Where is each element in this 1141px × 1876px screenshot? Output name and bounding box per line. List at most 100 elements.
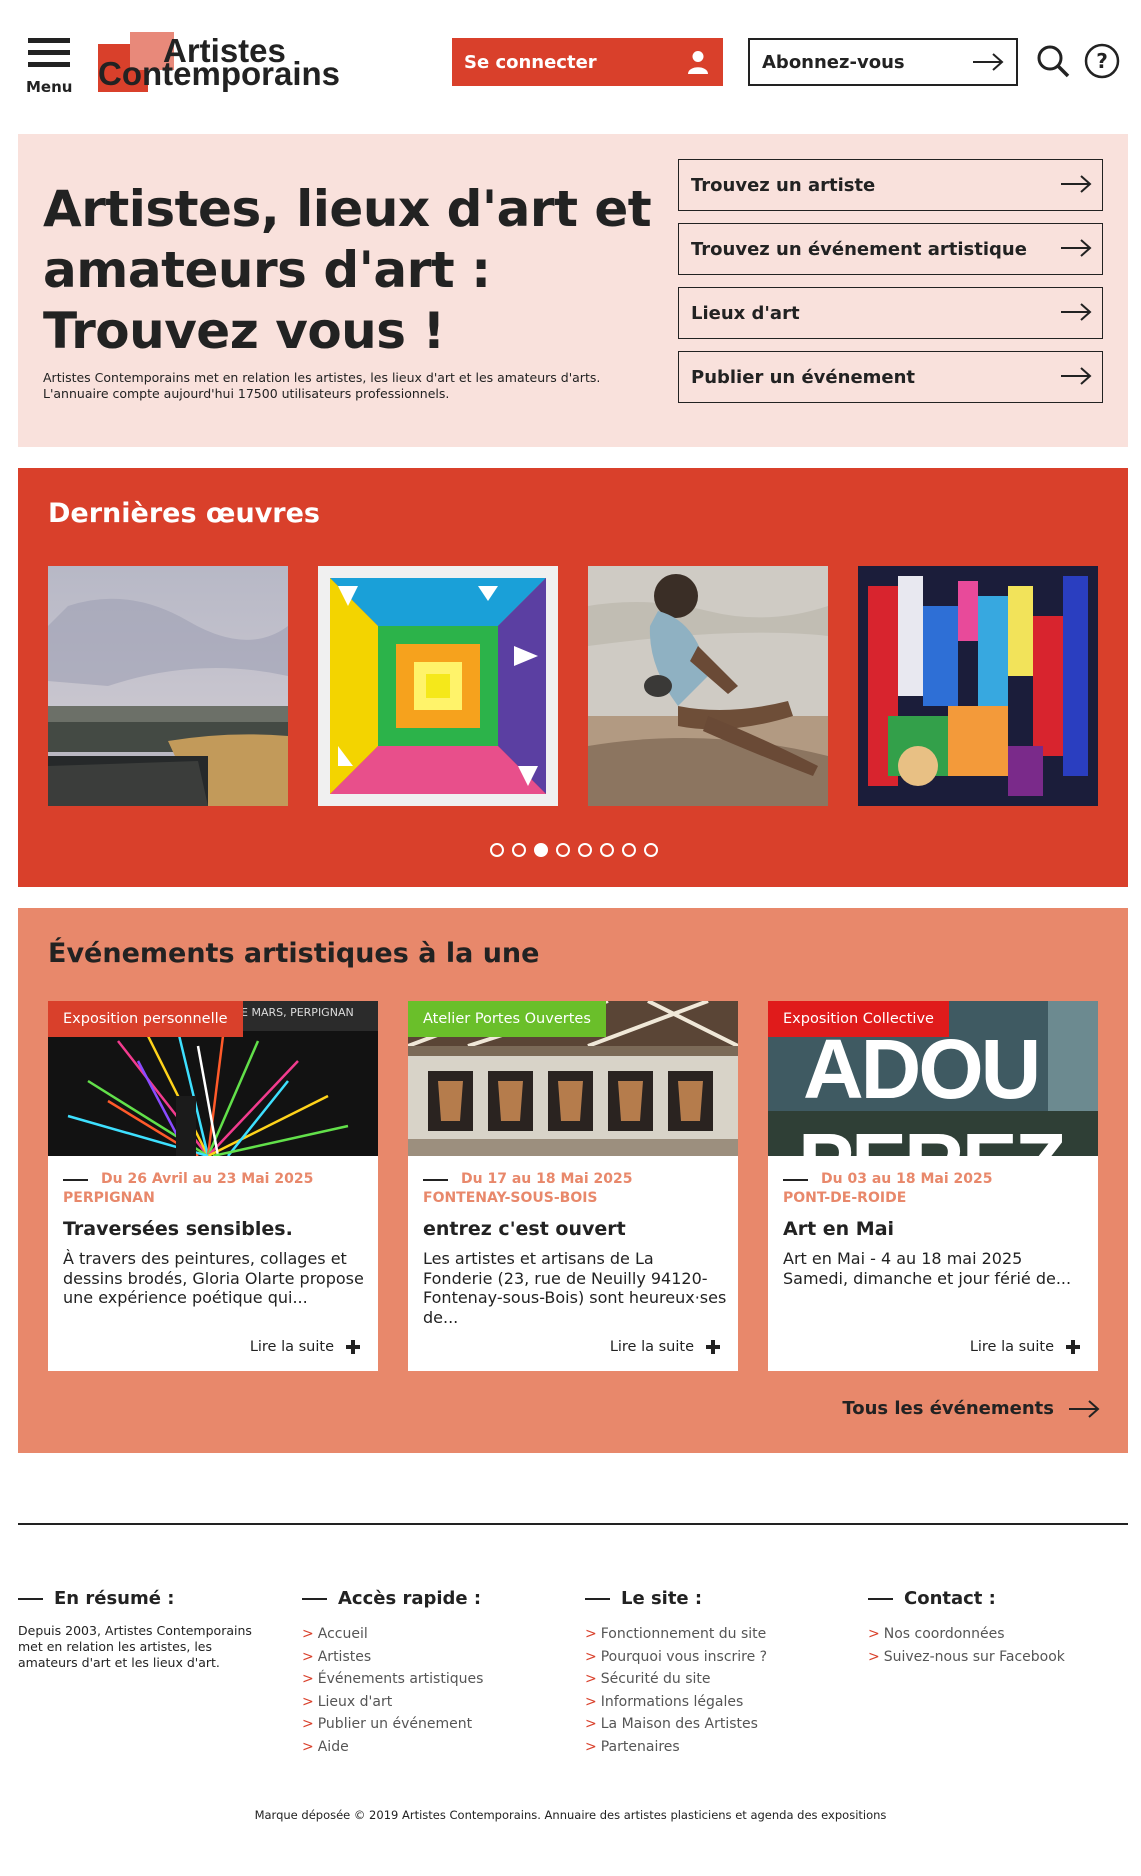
carousel-dot[interactable] [512, 843, 526, 857]
menu-icon-bar [28, 62, 70, 67]
footer-link-label: Informations légales [600, 1693, 744, 1710]
event-excerpt: Art en Mai - 4 au 18 mai 2025 Samedi, di… [783, 1249, 1072, 1288]
footer-link-label: Publier un événement [317, 1716, 473, 1732]
footer-link-label: La Maison des Artistes [600, 1716, 758, 1732]
footer-link-maison-artistes[interactable]: > La Maison des Artistes [585, 1713, 845, 1736]
find-event-label: Trouvez un événement artistique [691, 238, 1027, 260]
carousel-dot[interactable] [556, 843, 570, 857]
carousel-dot[interactable] [490, 843, 504, 857]
read-more-label: Lire la suite [249, 1339, 334, 1355]
hero-section: Artistes, lieux d'art et amateurs d'art … [18, 134, 1128, 447]
footer-link-label: Suivez-nous sur Facebook [883, 1648, 1065, 1665]
footer-link-label: Sécurité du site [600, 1671, 711, 1687]
footer-divider [18, 1523, 1128, 1525]
find-event-link[interactable]: Trouvez un événement artistique [678, 223, 1103, 275]
event-title: Art en Mai [783, 1218, 895, 1240]
event-card[interactable]: E MARS, PERPIGNAN Exposition personnelle… [48, 1001, 378, 1371]
copyright-text: Marque déposée © 2019 Artistes Contempor… [254, 1808, 887, 1822]
event-image-caption: E MARS, PERPIGNAN [241, 1006, 354, 1019]
read-more-link[interactable]: Lire la suite [610, 1339, 720, 1355]
artwork-geometric-image [318, 566, 558, 806]
event-excerpt: À travers des peintures, collages et des… [63, 1249, 364, 1307]
carousel-dots [490, 843, 658, 859]
find-artist-link[interactable]: Trouvez un artiste [678, 159, 1103, 211]
art-venues-link[interactable]: Lieux d'art [678, 287, 1103, 339]
carousel-dot[interactable] [578, 843, 592, 857]
footer-link-label: Lieux d'art [317, 1693, 393, 1710]
publish-event-link[interactable]: Publier un événement [678, 351, 1103, 403]
arrow-right-icon [1061, 303, 1092, 321]
hero-intro: Artistes Contemporains met en relation l… [43, 370, 663, 402]
footer-site-title: Le site : [585, 1588, 845, 1609]
footer-link-legal[interactable]: > Informations légales [585, 1691, 845, 1714]
event-excerpt: Les artistes et artisans de La Fonderie … [423, 1249, 727, 1327]
artwork-abstract-image [858, 566, 1098, 806]
event-city: FONTENAY-SOUS-BOIS [423, 1190, 598, 1206]
event-city: PERPIGNAN [63, 1190, 155, 1206]
event-date: Du 26 Avril au 23 Mai 2025 [63, 1171, 313, 1187]
artwork-thumbnail[interactable] [588, 566, 828, 806]
read-more-label: Lire la suite [609, 1339, 694, 1355]
footer-contact: Contact : > Nos coordonnées > Suivez-nous … [868, 1588, 1128, 1668]
footer-link-home[interactable]: > Accueil [302, 1623, 562, 1646]
event-image-text: ADOU [803, 1022, 1041, 1116]
all-events-link[interactable]: Tous les événements [842, 1398, 1100, 1419]
read-more-link[interactable]: Lire la suite [250, 1339, 360, 1355]
footer-link-label: Artistes [317, 1648, 372, 1665]
help-icon[interactable]: ? [1084, 43, 1120, 79]
event-date: Du 17 au 18 Mai 2025 [423, 1171, 632, 1187]
footer-link-how-it-works[interactable]: > Fonctionnement du site [585, 1623, 845, 1646]
subscribe-label: Abonnez-vous [762, 51, 905, 73]
footer-link-venues[interactable]: > Lieux d'art [302, 1691, 562, 1714]
menu-icon-bar [28, 50, 70, 55]
latest-works-section: Dernières œuvres [18, 468, 1128, 887]
event-image-text: PEREZ [798, 1121, 1066, 1156]
site-header: Menu Artistes Contemporains Se connecter… [0, 0, 1141, 125]
footer-link-publish[interactable]: > Publier un événement [302, 1713, 562, 1736]
menu-button[interactable]: Menu [26, 38, 74, 96]
footer-summary-title: En résumé : [18, 1588, 278, 1609]
footer-link-label: Aide [317, 1738, 349, 1755]
artwork-thumbnail[interactable] [858, 566, 1098, 806]
footer-link-partners[interactable]: > Partenaires [585, 1736, 845, 1759]
footer-link-why-register[interactable]: > Pourquoi vous inscrire ? [585, 1646, 845, 1669]
arrow-right-icon [1069, 1399, 1100, 1418]
art-venues-label: Lieux d'art [691, 302, 800, 324]
carousel-dot-active[interactable] [534, 843, 548, 857]
event-title: entrez c'est ouvert [423, 1218, 626, 1240]
featured-events-section: Événements artistiques à la une E MARS, … [18, 908, 1128, 1453]
artwork-thumbnail[interactable] [318, 566, 558, 806]
publish-event-label: Publier un événement [691, 366, 916, 388]
plus-icon [706, 1340, 720, 1354]
subscribe-button[interactable]: Abonnez-vous [748, 38, 1018, 86]
search-icon[interactable] [1036, 44, 1070, 78]
footer-link-artists[interactable]: > Artistes [302, 1646, 562, 1669]
footer-link-help[interactable]: > Aide [302, 1736, 562, 1759]
carousel-dot[interactable] [622, 843, 636, 857]
login-button[interactable]: Se connecter [452, 38, 723, 86]
login-label: Se connecter [464, 51, 597, 73]
artwork-thumbnail[interactable] [48, 566, 288, 806]
event-card[interactable]: ADOU PEREZ Exposition Collective Du 03 a… [768, 1001, 1098, 1371]
event-card[interactable]: Atelier Portes Ouvertes Du 17 au 18 Mai … [408, 1001, 738, 1371]
footer-link-facebook[interactable]: > Suivez-nous sur Facebook [868, 1646, 1128, 1669]
arrow-right-icon [1061, 367, 1092, 385]
footer-quick-access: Accès rapide : > Accueil > Artistes > Événe… [302, 1588, 562, 1758]
read-more-link[interactable]: Lire la suite [970, 1339, 1080, 1355]
arrow-right-icon [973, 53, 1004, 71]
footer-site: Le site : > Fonctionnement du site > Pourq… [585, 1588, 845, 1758]
footer-contact-title: Contact : [868, 1588, 1128, 1609]
footer-link-label: Pourquoi vous inscrire ? [600, 1648, 768, 1665]
site-logo[interactable]: Artistes Contemporains [98, 30, 368, 94]
footer-link-security[interactable]: > Sécurité du site [585, 1668, 845, 1691]
event-type-badge: Exposition Collective [768, 1001, 949, 1037]
menu-icon [28, 38, 70, 43]
event-date: Du 03 au 18 Mai 2025 [783, 1171, 992, 1187]
carousel-dot[interactable] [644, 843, 658, 857]
footer-link-contact-details[interactable]: > Nos coordonnées [868, 1623, 1128, 1646]
carousel-dot[interactable] [600, 843, 614, 857]
event-type-badge: Atelier Portes Ouvertes [408, 1001, 606, 1037]
footer-summary-text: Depuis 2003, Artistes Contemporains met … [18, 1623, 252, 1670]
footer-link-events[interactable]: > Événements artistiques [302, 1668, 562, 1691]
user-icon [688, 51, 708, 74]
